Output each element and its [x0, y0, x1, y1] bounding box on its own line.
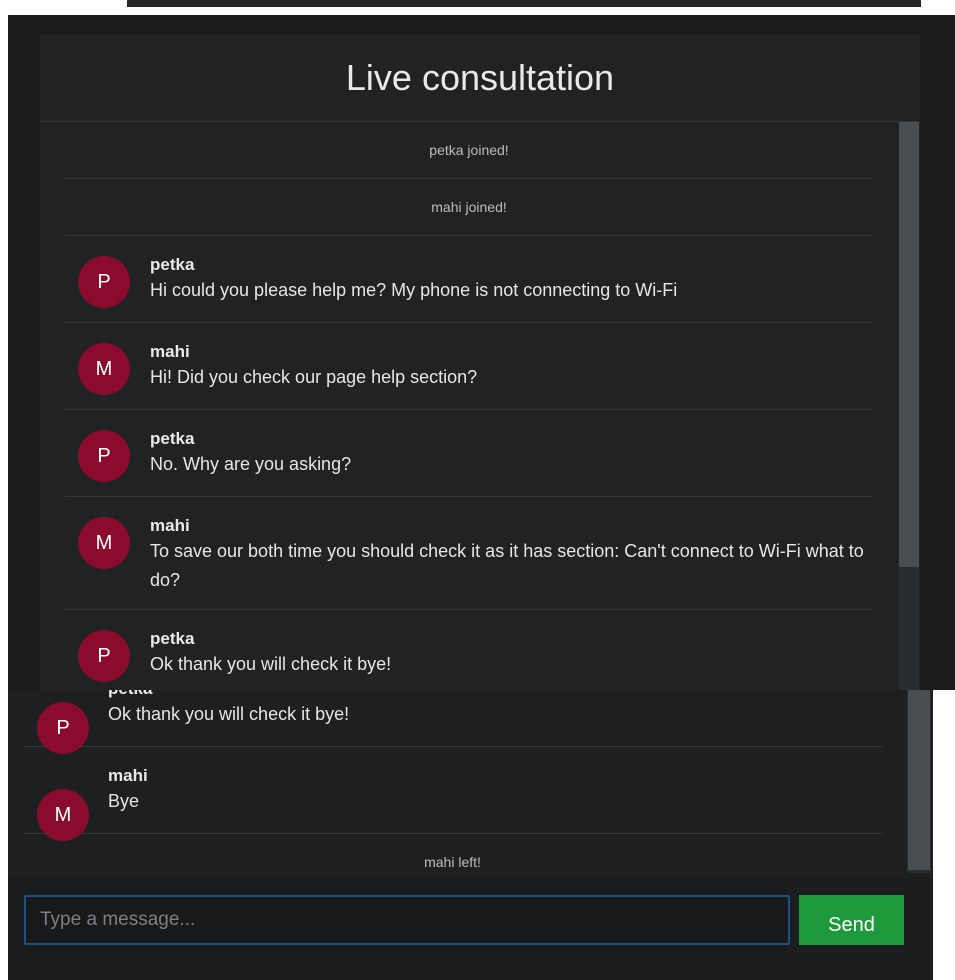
chat-message: Ppetka Hi could you please help me? My ph…	[65, 236, 873, 323]
scrollbar-thumb[interactable]	[899, 122, 919, 567]
message-author: mahi	[150, 516, 190, 535]
message-author: petka	[150, 255, 195, 274]
chat-message: Mmahi Bye	[23, 747, 882, 841]
message-text: Ok thank you will check it bye!	[150, 654, 392, 674]
message-text: No. Why are you asking?	[150, 454, 352, 474]
chat-message: PpetkaOk thank you will check it bye!	[23, 690, 882, 754]
composer: Send	[8, 878, 933, 980]
chat-panel-lower: PpetkaOk thank you will check it bye!Mma…	[8, 690, 933, 980]
chat-message: Ppetka No. Why are you asking?	[65, 410, 873, 497]
avatar: P	[78, 430, 130, 482]
message-author: mahi	[108, 766, 148, 785]
message-author: petka	[150, 429, 195, 448]
avatar: M	[78, 517, 130, 569]
avatar: P	[78, 256, 130, 308]
message-author: petka	[150, 629, 195, 648]
avatar: M	[78, 343, 130, 395]
scrollbar-thumb-lower[interactable]	[908, 690, 930, 870]
message-list[interactable]: petka joined! mahi joined! Ppetka Hi could …	[40, 122, 920, 690]
system-message: mahi joined!	[65, 179, 873, 236]
chat-message: Ppetka Ok thank you will check it bye!	[65, 610, 873, 690]
message-text: Hi could you please help me? My phone is…	[150, 280, 678, 300]
chat-message: Mmahi To save our both time you should ch…	[65, 497, 873, 610]
message-text: To save our both time you should check i…	[150, 541, 864, 590]
system-message: petka joined!	[65, 122, 873, 179]
message-text: Hi! Did you check our page help section?	[150, 367, 478, 387]
message-list-inner: petka joined! mahi joined! Ppetka Hi could …	[65, 122, 873, 690]
message-author: mahi	[150, 342, 190, 361]
chat-panel-upper: Live consultation petka joined! mahi join…	[8, 15, 955, 690]
message-list-lower[interactable]: PpetkaOk thank you will check it bye!Mma…	[23, 690, 882, 891]
top-bar	[127, 0, 921, 7]
page-title: Live consultation	[40, 35, 920, 122]
message-input[interactable]	[24, 895, 790, 945]
message-author: petka	[108, 690, 882, 700]
avatar: M	[37, 789, 89, 841]
message-text: Ok thank you will check it bye!	[108, 704, 350, 724]
send-button[interactable]: Send	[799, 895, 904, 945]
chat-card: Live consultation petka joined! mahi join…	[40, 35, 920, 690]
message-text: Bye	[108, 791, 140, 811]
avatar: P	[78, 630, 130, 682]
chat-message: Mmahi Hi! Did you check our page help sec…	[65, 323, 873, 410]
